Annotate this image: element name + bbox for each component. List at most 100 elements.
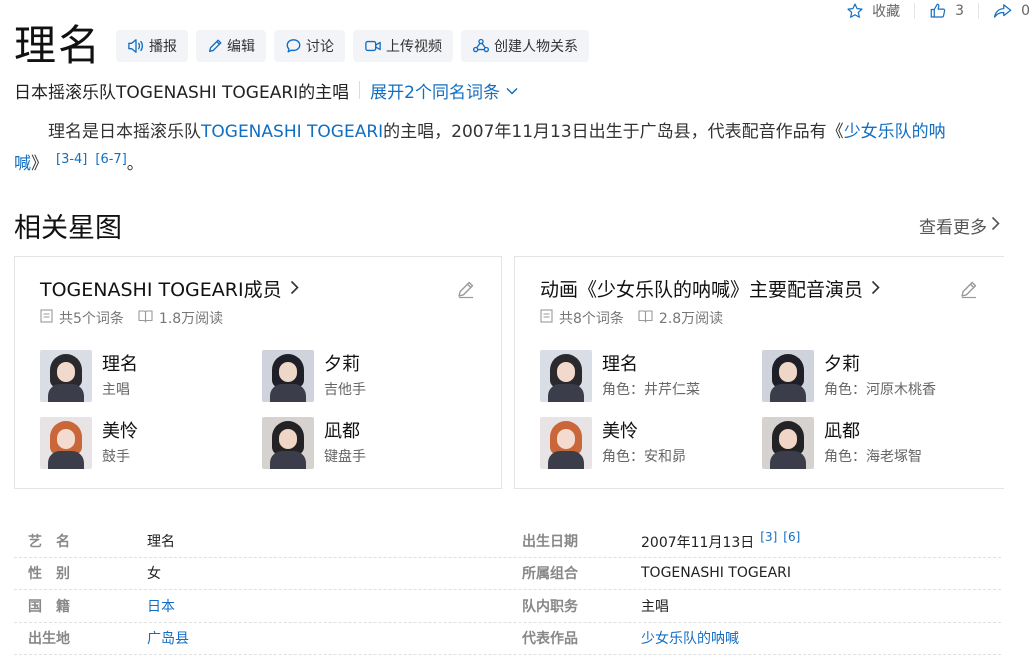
person-name: 夕莉: [324, 353, 360, 375]
like-count: 3: [955, 3, 965, 19]
create-relation-button[interactable]: 创建人物关系: [461, 30, 590, 62]
person-name: 凪都: [824, 420, 860, 442]
share-button[interactable]: 0: [993, 2, 1030, 20]
thumbs-up-icon: [929, 2, 947, 20]
info-value: 2007年11月13日: [641, 534, 755, 551]
basic-info-table: 艺名 理名 出生日期 2007年11月13日 [3] [6] 性别 女 所属组合 T…: [14, 525, 1001, 655]
star-map-title: 动画《少女乐队的呐喊》主要配音演员: [540, 279, 864, 301]
entry-subtitle: 日本摇滚乐队TOGENASHI TOGEARI的主唱: [14, 82, 350, 103]
edit-button[interactable]: 编辑: [196, 30, 267, 62]
section-title: 相关星图: [14, 213, 122, 244]
info-value-link[interactable]: 日本: [147, 599, 175, 615]
document-icon: [40, 309, 53, 327]
broadcast-label: 播报: [149, 39, 178, 55]
person-name: 理名: [602, 353, 638, 375]
info-key: 所属组合: [522, 566, 578, 583]
person-item[interactable]: 理名 主唱: [40, 349, 260, 403]
reference-link[interactable]: [3]: [760, 530, 777, 544]
person-role: 鼓手: [102, 448, 130, 465]
reference-link[interactable]: [6]: [783, 530, 800, 544]
info-key: 国籍: [28, 598, 84, 615]
reference-link[interactable]: [3-4]: [56, 152, 87, 167]
person-item[interactable]: 理名 角色：井芹仁菜: [540, 349, 760, 403]
person-role: 主唱: [102, 381, 130, 398]
like-button[interactable]: 3: [929, 2, 964, 20]
info-value-link[interactable]: 少女乐队的呐喊: [641, 631, 739, 647]
title-row: 理名 播报 编辑 讨论 上传视频 创建人物关系: [14, 20, 597, 72]
chevron-right-icon: [290, 278, 299, 300]
edit-icon[interactable]: [959, 279, 979, 303]
pencil-icon: [207, 38, 223, 54]
info-value: 理名: [147, 533, 175, 550]
chat-bubble-icon: [285, 38, 302, 54]
summary-text: 的主唱，2007年11月13日出生于广岛县，代表配音作品有《: [383, 122, 844, 142]
avatar: [540, 417, 592, 469]
edit-icon[interactable]: [456, 279, 476, 303]
book-icon: [638, 309, 653, 327]
band-link[interactable]: TOGENASHI TOGEARI: [201, 122, 383, 142]
star-map-title: TOGENASHI TOGEARI成员: [40, 279, 282, 301]
info-key: 艺名: [28, 533, 84, 550]
collect-label: 收藏: [872, 4, 901, 20]
person-item[interactable]: 夕莉 角色：河原木桃香: [762, 349, 982, 403]
info-row: 出生地 广岛县 代表作品 少女乐队的呐喊: [14, 623, 1001, 655]
person-item[interactable]: 夕莉 吉他手: [262, 349, 482, 403]
person-name: 美怜: [602, 420, 638, 442]
entry-count: 共5个词条: [59, 311, 124, 327]
discuss-button[interactable]: 讨论: [274, 30, 346, 62]
expand-homonyms-label: 展开2个同名词条: [370, 82, 500, 103]
read-count: 2.8万阅读: [658, 311, 724, 327]
avatar: [540, 350, 592, 402]
avatar: [40, 417, 92, 469]
broadcast-button[interactable]: 播报: [116, 30, 189, 62]
summary-text: 。: [126, 154, 144, 174]
star-map-card: TOGENASHI TOGEARI成员 共5个词条 1.8万阅读 理名 主唱 夕…: [14, 256, 502, 489]
person-item[interactable]: 凪都 键盘手: [262, 416, 482, 470]
page-title: 理名: [14, 21, 103, 70]
expand-homonyms-link[interactable]: 展开2个同名词条: [370, 78, 518, 103]
person-item[interactable]: 凪都 角色：海老塚智: [762, 416, 982, 470]
lemma-summary: 理名是日本摇滚乐队TOGENASHI TOGEARI的主唱，2007年11月13…: [14, 118, 974, 178]
star-map-title-link[interactable]: 动画《少女乐队的呐喊》主要配音演员: [540, 275, 880, 302]
speaker-icon: [127, 38, 145, 54]
info-key: 性别: [28, 566, 84, 583]
upload-video-button[interactable]: 上传视频: [353, 30, 454, 62]
person-role: 角色：海老塚智: [824, 448, 922, 465]
chevron-right-icon: [991, 216, 1000, 236]
info-value: TOGENASHI TOGEARI: [641, 565, 792, 582]
star-map-title-link[interactable]: TOGENASHI TOGEARI成员: [40, 275, 299, 302]
avatar: [762, 350, 814, 402]
info-value: 主唱: [641, 598, 669, 615]
view-more-label: 查看更多: [919, 218, 987, 238]
create-relation-label: 创建人物关系: [494, 39, 579, 55]
chevron-down-icon: [506, 80, 518, 100]
share-count: 0: [1021, 3, 1030, 19]
info-row: 性别 女 所属组合 TOGENASHI TOGEARI: [14, 558, 1001, 590]
avatar: [762, 417, 814, 469]
video-icon: [364, 38, 382, 54]
star-map-card: 动画《少女乐队的呐喊》主要配音演员 共8个词条 2.8万阅读 理名 角色：井芹仁…: [514, 256, 1004, 489]
person-item[interactable]: 美怜 鼓手: [40, 416, 260, 470]
discuss-label: 讨论: [306, 39, 335, 55]
summary-text: 理名是日本摇滚乐队: [48, 122, 201, 142]
person-role: 吉他手: [324, 381, 366, 398]
summary-text: 》: [31, 154, 48, 174]
person-name: 理名: [102, 353, 138, 375]
collect-button[interactable]: 收藏: [846, 1, 900, 21]
reference-link[interactable]: [6-7]: [95, 152, 126, 167]
info-value-link[interactable]: 广岛县: [147, 631, 189, 647]
info-row: 国籍 日本 队内职务 主唱: [14, 590, 1001, 623]
share-icon: [993, 2, 1013, 20]
info-row: 艺名 理名 出生日期 2007年11月13日 [3] [6]: [14, 525, 1001, 558]
info-key: 代表作品: [522, 631, 578, 648]
view-more-link[interactable]: 查看更多: [919, 213, 1000, 238]
person-item[interactable]: 美怜 角色：安和昴: [540, 416, 760, 470]
info-key: 队内职务: [522, 598, 578, 615]
person-role: 键盘手: [324, 448, 366, 465]
avatar: [40, 350, 92, 402]
upload-video-label: 上传视频: [386, 39, 443, 55]
edit-label: 编辑: [227, 39, 256, 55]
star-map-meta: 共8个词条 2.8万阅读: [540, 308, 723, 328]
info-value: 女: [147, 566, 161, 583]
info-key: 出生地: [28, 631, 70, 648]
